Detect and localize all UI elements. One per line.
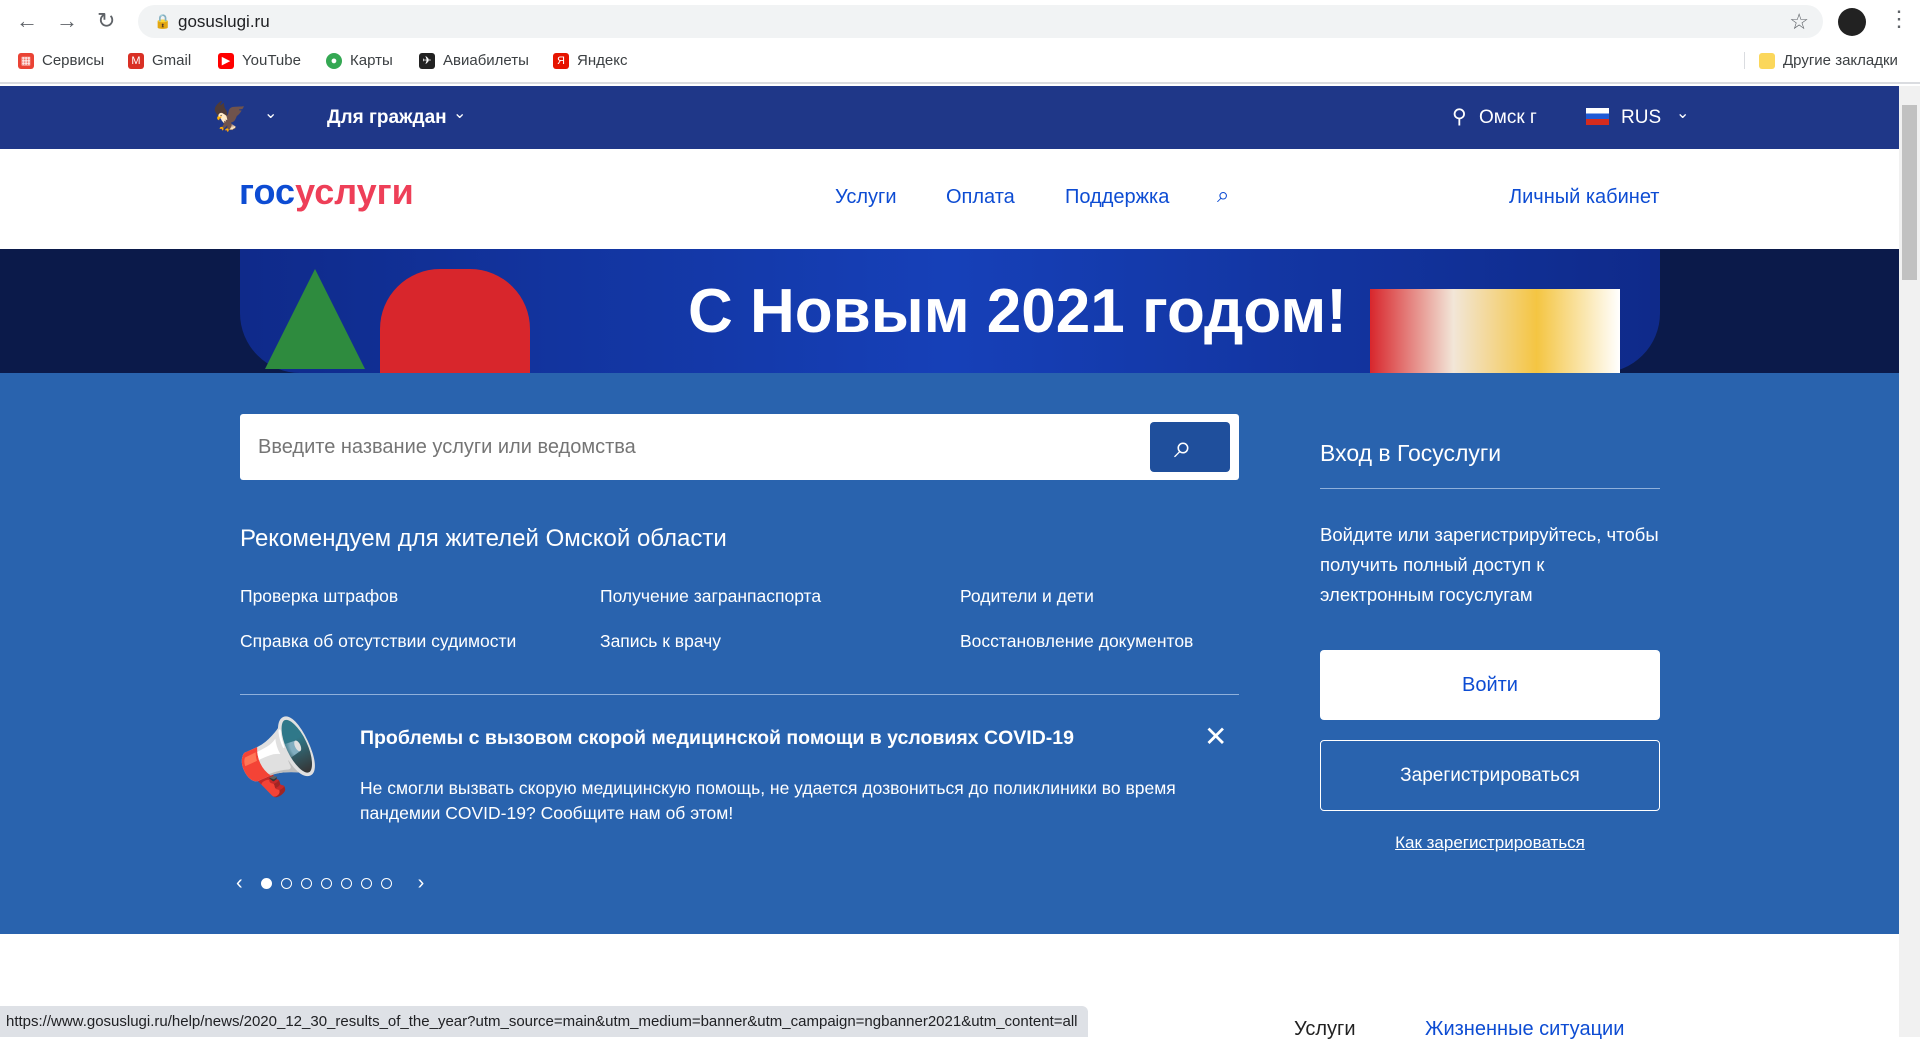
carousel-dot[interactable] [340, 878, 352, 889]
search-icon[interactable]: ⌕ [1217, 182, 1229, 208]
bookmark-label: Другие закладки [1783, 52, 1898, 69]
address-bar[interactable]: 🔒 gosuslugi.ru ☆ [138, 5, 1823, 38]
menu-icon[interactable]: ⋮ [1888, 6, 1910, 32]
bookmark-label: Карты [350, 52, 393, 69]
tab-life-situations[interactable]: Жизненные ситуации [1425, 1018, 1624, 1041]
bookmark-maps[interactable]: ● Карты [326, 52, 393, 69]
bookmark-label: Яндекс [577, 52, 628, 69]
maps-icon: ● [326, 52, 342, 69]
folder-icon [1759, 52, 1775, 69]
carousel-dot[interactable] [360, 878, 372, 889]
notice-text: Не смогли вызвать скорую медицинскую пом… [360, 778, 1176, 823]
tree-icon [265, 269, 365, 369]
bookmark-label: Gmail [152, 52, 192, 69]
lock-icon: 🔒 [154, 13, 172, 29]
avatar[interactable] [1838, 8, 1866, 36]
tab-services[interactable]: Услуги [1294, 1018, 1356, 1041]
bookmark-label: Сервисы [42, 52, 105, 69]
chevron-down-icon: ⌄ [1676, 105, 1690, 122]
bookmark-youtube[interactable]: ▶ YouTube [218, 52, 301, 69]
flag-icon [1586, 108, 1609, 125]
chevron-down-icon[interactable]: ⌄ [264, 103, 277, 123]
divider [240, 694, 1239, 695]
audience-select[interactable]: Для граждан [327, 107, 447, 129]
scrollbar-thumb[interactable] [1902, 105, 1917, 280]
yandex-icon: Я [553, 52, 569, 69]
youtube-icon: ▶ [218, 52, 234, 69]
apps-icon: ▦ [18, 52, 34, 69]
chevron-down-icon: ⌄ [453, 105, 467, 122]
bookmark-services[interactable]: ▦ Сервисы [18, 52, 104, 69]
carousel-dot[interactable] [320, 878, 332, 889]
carousel-dot[interactable] [380, 878, 392, 889]
logo-part: гос [239, 171, 296, 212]
gmail-icon: M [128, 52, 144, 69]
search-box: ⌕ [240, 414, 1239, 480]
location-icon: ⚲ [1452, 106, 1467, 128]
status-bar: https://www.gosuslugi.ru/help/news/2020_… [0, 1006, 1088, 1037]
login-title: Вход в Госуслуги [1320, 440, 1502, 466]
plane-icon: ✈ [419, 52, 435, 69]
search-icon: ⌕ [1174, 428, 1192, 464]
banner-text: С Новым 2021 годом! [688, 277, 1347, 346]
divider [1320, 488, 1660, 489]
top-nav: 🦅 ⌄ Для граждан ⌄ ⚲ Омск г RUS ⌄ [0, 86, 1899, 149]
new-year-banner[interactable]: С Новым 2021 годом! [0, 249, 1899, 373]
nav-payment[interactable]: Оплата [946, 186, 1015, 209]
logo-part: услуги [295, 171, 414, 212]
bookmark-label: Авиабилеты [443, 52, 529, 69]
recommend-link[interactable]: Запись к врачу [600, 631, 721, 652]
santa-icon [380, 269, 530, 373]
bookmark-avia[interactable]: ✈ Авиабилеты [419, 52, 529, 69]
browser-toolbar: ← → ↻ 🔒 gosuslugi.ru ☆ ⋮ [0, 0, 1920, 43]
city-select[interactable]: Омск г [1479, 107, 1537, 129]
recommend-link[interactable]: Получение загранпаспорта [600, 586, 821, 607]
login-button[interactable]: Войти [1320, 650, 1660, 720]
register-button[interactable]: Зарегистрироваться [1320, 740, 1660, 811]
carousel-dot[interactable] [260, 878, 272, 889]
search-input[interactable] [258, 430, 1118, 464]
recommend-link[interactable]: Восстановление документов [960, 631, 1193, 652]
nav-support[interactable]: Поддержка [1065, 186, 1169, 209]
login-text: Войдите или зарегистрируйтесь, чтобы пол… [1320, 524, 1659, 605]
url-text: gosuslugi.ru [178, 12, 270, 31]
recommend-link[interactable]: Справка об отсутствии судимости [240, 631, 516, 652]
carousel-dot[interactable] [280, 878, 292, 889]
back-icon[interactable]: ← [16, 8, 38, 34]
logo[interactable]: госуслуги [239, 171, 414, 213]
recommend-link[interactable]: Родители и дети [960, 586, 1094, 607]
notice-title[interactable]: Проблемы с вызовом скорой медицинской по… [360, 727, 1074, 750]
bookmark-gmail[interactable]: M Gmail [128, 52, 191, 69]
personal-cabinet-link[interactable]: Личный кабинет [1509, 186, 1659, 209]
how-to-register-link[interactable]: Как зарегистрироваться [1320, 833, 1660, 853]
emblem-icon[interactable]: 🦅 [212, 100, 247, 133]
reload-icon[interactable]: ↻ [97, 8, 115, 34]
recommend-link[interactable]: Проверка штрафов [240, 586, 398, 607]
other-bookmarks[interactable]: Другие закладки [1744, 52, 1898, 69]
close-icon[interactable]: ✕ [1204, 720, 1227, 753]
forward-icon[interactable]: → [56, 8, 78, 34]
carousel-dot[interactable] [300, 878, 312, 889]
chevron-right-icon[interactable]: › [418, 872, 425, 895]
search-button[interactable]: ⌕ [1150, 422, 1230, 472]
chevron-left-icon[interactable]: ‹ [236, 872, 243, 895]
gifts-icon [1370, 289, 1620, 373]
language-select[interactable]: RUS [1621, 107, 1661, 129]
bookmark-label: YouTube [242, 52, 301, 69]
recommend-title: Рекомендуем для жителей Омской области [240, 525, 727, 552]
bookmark-yandex[interactable]: Я Яндекс [553, 52, 627, 69]
carousel-pager: ‹ › [236, 872, 424, 895]
nav-services[interactable]: Услуги [835, 186, 897, 209]
star-icon[interactable]: ☆ [1789, 9, 1809, 35]
